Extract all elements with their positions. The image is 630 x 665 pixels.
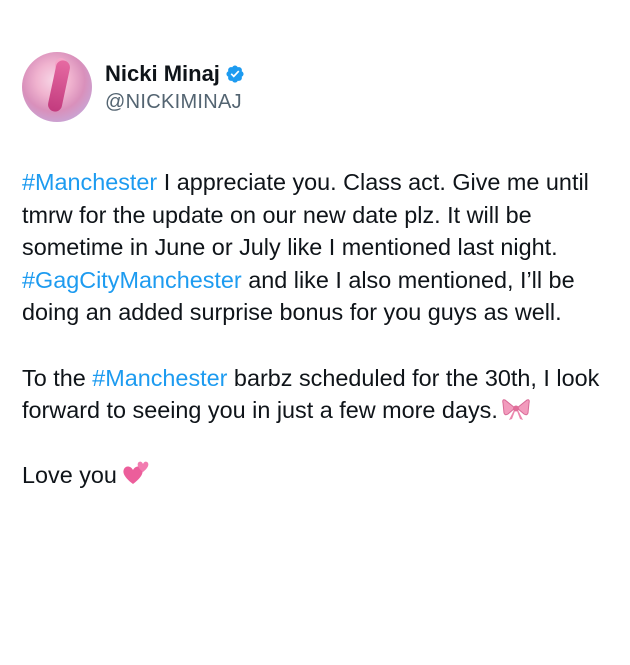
tweet-paragraph-3: Love you (22, 459, 612, 492)
tweet-paragraph-2: To the #Manchester barbz scheduled for t… (22, 362, 612, 427)
tweet-paragraph-1: #Manchester I appreciate you. Class act.… (22, 166, 612, 329)
two-hearts-emoji (123, 461, 149, 485)
author-info: Nicki Minaj @NICKIMINAJ (105, 60, 245, 115)
avatar-figure (46, 59, 72, 113)
author-handle[interactable]: @NICKIMINAJ (105, 89, 245, 115)
profile-avatar[interactable] (22, 52, 92, 122)
tweet-text-segment: Love you (22, 462, 117, 489)
ribbon-bow-emoji (502, 399, 530, 421)
tweet-text-segment: To the (22, 364, 93, 391)
name-row: Nicki Minaj (105, 60, 245, 88)
hashtag-link[interactable]: #Manchester (92, 365, 227, 391)
author-display-name[interactable]: Nicki Minaj (105, 60, 220, 88)
hashtag-link[interactable]: #GagCityManchester (22, 267, 242, 293)
verified-badge-icon (226, 64, 244, 83)
tweet-header: Nicki Minaj @NICKIMINAJ (22, 52, 245, 122)
hashtag-link[interactable]: #Manchester (22, 169, 157, 195)
tweet-text: #Manchester I appreciate you. Class act.… (22, 166, 612, 492)
